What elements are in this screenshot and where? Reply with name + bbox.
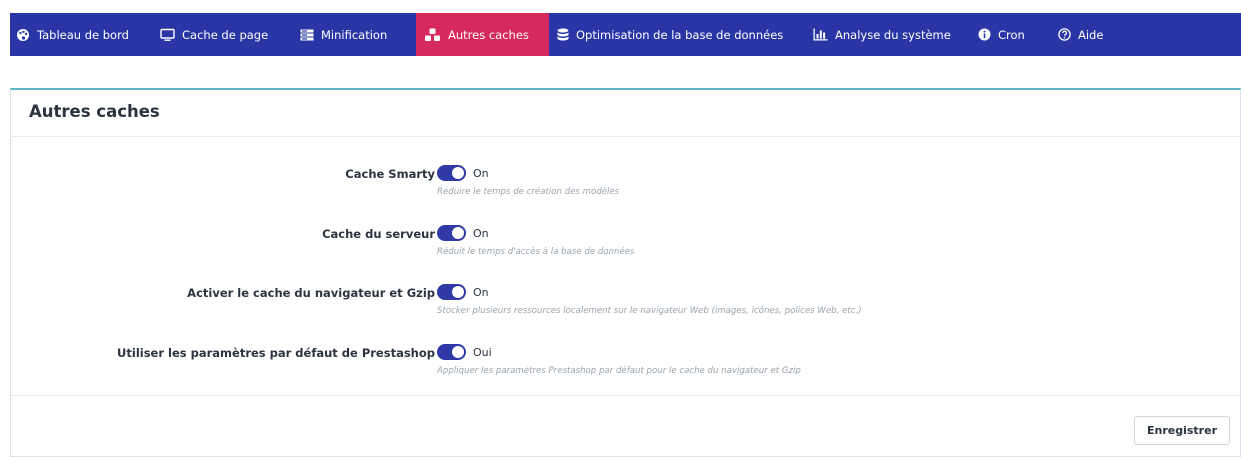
nav-item-autres-caches[interactable]: Autres caches <box>416 13 549 63</box>
server-icon <box>300 29 314 41</box>
nav-item-aide[interactable]: Aide <box>1050 13 1130 56</box>
database-icon <box>557 28 569 42</box>
nav-item-minification[interactable]: Minification <box>292 13 416 56</box>
setting-row-cache-navigateur-gzip: Activer le cache du navigateur et Gzip O… <box>11 284 1240 330</box>
setting-label: Cache Smarty <box>345 167 435 181</box>
top-navigation: Tableau de bord Cache de page Minificati… <box>10 13 1241 63</box>
nav-item-label: Optimisation de la base de données <box>576 27 784 42</box>
toggle-state-label: On <box>473 227 489 240</box>
nav-item-label: Tableau de bord <box>37 27 129 42</box>
cache-navigateur-gzip-toggle[interactable] <box>437 284 466 300</box>
panel-title: Autres caches <box>29 102 160 121</box>
divider <box>11 395 1240 396</box>
palette-icon <box>16 28 30 42</box>
toggle-knob <box>452 227 464 239</box>
question-icon <box>1058 28 1071 41</box>
parametres-defaut-toggle[interactable] <box>437 344 466 360</box>
setting-row-cache-serveur: Cache du serveur On Réduit le temps d'ac… <box>11 225 1240 271</box>
toggle-state-label: On <box>473 167 489 180</box>
cache-smarty-toggle[interactable] <box>437 165 466 181</box>
cache-serveur-toggle[interactable] <box>437 225 466 241</box>
toggle-knob <box>452 286 464 298</box>
setting-label: Activer le cache du navigateur et Gzip <box>187 286 435 300</box>
setting-row-cache-smarty: Cache Smarty On Réduire le temps de créa… <box>11 165 1240 211</box>
monitor-icon <box>160 28 175 42</box>
nav-item-tableau-de-bord[interactable]: Tableau de bord <box>10 13 152 56</box>
setting-label: Cache du serveur <box>322 227 435 241</box>
nav-item-label: Autres caches <box>448 27 529 42</box>
toggle-state-label: On <box>473 286 489 299</box>
setting-row-parametres-defaut: Utiliser les paramètres par défaut de Pr… <box>11 344 1240 390</box>
setting-help-text: Appliquer les paramètres Prestashop par … <box>437 366 801 376</box>
nav-item-label: Aide <box>1078 27 1104 42</box>
setting-help-text: Réduire le temps de création des modèles <box>437 187 620 197</box>
nav-item-cache-de-page[interactable]: Cache de page <box>152 13 292 56</box>
nav-item-analyse-du-systeme[interactable]: Analyse du système <box>805 13 970 56</box>
setting-help-text: Stocker plusieurs ressources localement … <box>437 306 862 316</box>
nav-item-label: Cron <box>998 27 1025 42</box>
autres-caches-panel: Autres caches Cache Smarty On Réduire le… <box>10 88 1241 457</box>
info-icon <box>978 28 991 41</box>
bar-chart-icon <box>813 28 828 41</box>
save-button[interactable]: Enregistrer <box>1134 416 1230 445</box>
divider <box>11 136 1240 137</box>
nav-item-label: Cache de page <box>182 27 269 42</box>
nav-spacer <box>10 56 1241 88</box>
toggle-knob <box>452 167 464 179</box>
nav-item-cron[interactable]: Cron <box>970 13 1050 56</box>
cubes-icon <box>424 28 441 42</box>
nav-item-label: Minification <box>321 27 388 42</box>
toggle-knob <box>452 346 464 358</box>
setting-label: Utiliser les paramètres par défaut de Pr… <box>117 346 435 360</box>
toggle-state-label: Oui <box>473 346 492 359</box>
nav-item-label: Analyse du système <box>835 27 951 42</box>
nav-item-optimisation-base-de-donnees[interactable]: Optimisation de la base de données <box>549 13 805 56</box>
setting-help-text: Réduit le temps d'accès à la base de don… <box>437 247 635 257</box>
